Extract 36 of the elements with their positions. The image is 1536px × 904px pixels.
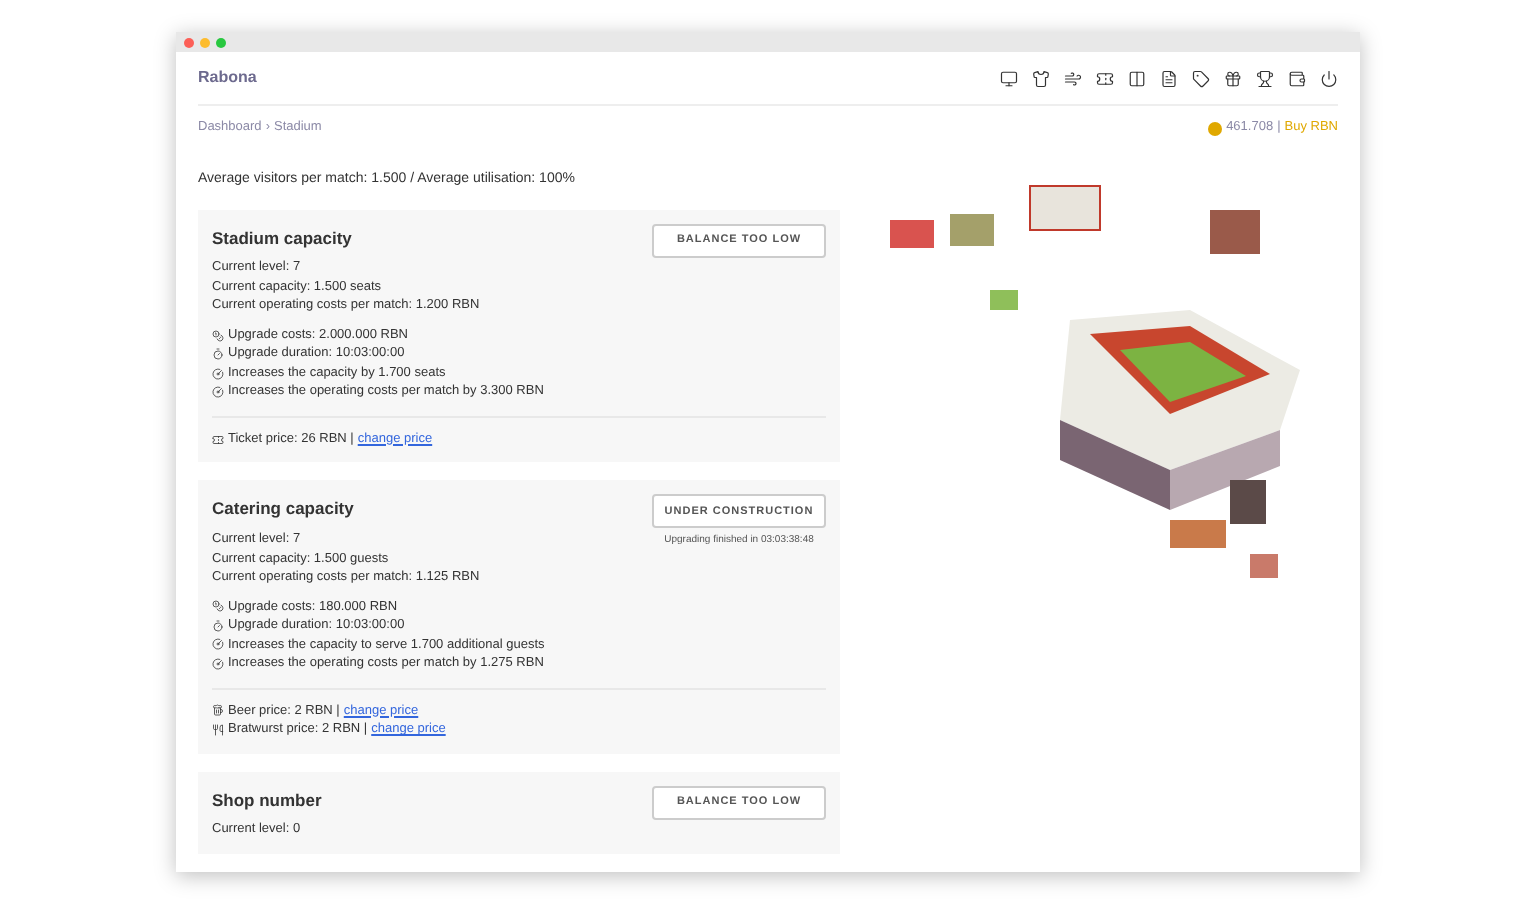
tag-icon [1192,69,1210,87]
nav-button[interactable] [1128,69,1146,87]
columns-icon [1128,69,1146,87]
nav-button[interactable] [1032,69,1050,87]
nav-button[interactable] [1000,69,1018,87]
power-icon [1320,69,1338,87]
gift-icon [1224,69,1242,87]
gauge-icon [212,657,224,670]
beer-icon [212,704,224,717]
timer-icon [212,348,224,360]
gauge-icon [212,638,224,651]
coins-icon [212,329,224,341]
nav-button[interactable] [1224,69,1242,87]
card-title: Shop number [212,787,322,813]
nav-button[interactable] [1256,69,1274,87]
gauge-icon [212,386,224,398]
coins-icon [212,600,224,613]
nav-button[interactable] [1192,69,1210,87]
nav-button[interactable] [1160,69,1178,87]
card-title: Catering capacity [212,496,356,522]
utensils-icon [212,723,224,736]
nav-button[interactable] [1096,69,1114,87]
nav-button[interactable] [1288,69,1306,87]
timer-icon [212,619,224,632]
gauge-icon [212,367,224,379]
monitor-icon [1000,69,1018,87]
document-icon [1160,69,1178,87]
ticket-icon [212,433,224,445]
ticket-icon [1096,69,1114,87]
app-title[interactable]: Rabona [198,66,257,90]
trophy-icon [1256,69,1274,87]
card-title: Stadium capacity [212,225,354,251]
shirt-icon [1032,69,1050,87]
coin-icon [1208,121,1223,135]
wallet-icon [1288,69,1306,87]
nav-button[interactable] [1320,69,1338,87]
